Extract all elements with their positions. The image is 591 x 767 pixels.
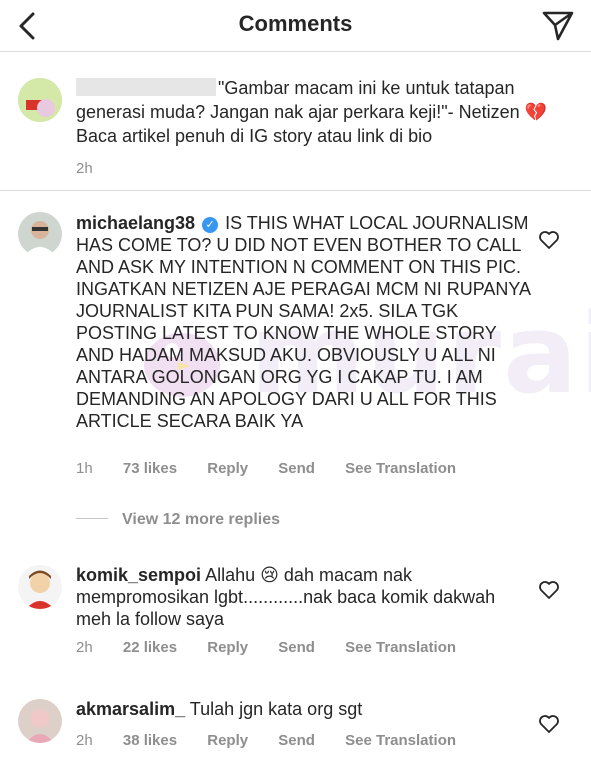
- avatar[interactable]: [18, 699, 62, 743]
- divider: [0, 190, 591, 191]
- send-button[interactable]: Send: [278, 732, 315, 749]
- reply-button[interactable]: Reply: [207, 732, 248, 749]
- comment-text: akmarsalim_ Tulah jgn kata org sgt: [76, 699, 363, 719]
- comment-username[interactable]: komik_sempoi: [76, 565, 201, 585]
- reply-button[interactable]: Reply: [207, 460, 248, 477]
- paper-plane-icon[interactable]: [541, 10, 575, 42]
- comment-timestamp: 1h: [76, 460, 93, 477]
- caption-text: "Gambar macam ini ke untuk tatapan gener…: [76, 78, 548, 146]
- comment-username[interactable]: akmarsalim_: [76, 699, 185, 719]
- send-button[interactable]: Send: [278, 639, 315, 656]
- comment-text: michaelang38 ✓ IS THIS WHAT LOCAL JOURNA…: [76, 213, 531, 431]
- comment-username[interactable]: michaelang38: [76, 213, 195, 233]
- heart-outline-icon[interactable]: [538, 230, 560, 250]
- comment-actions: 1h 73 likes Reply Send See Translation: [76, 460, 482, 477]
- broken-heart-icon: 💔: [524, 102, 548, 122]
- comment-text: komik_sempoi Allahu 😢 dah macam nak memp…: [76, 565, 496, 629]
- heart-outline-icon[interactable]: [538, 580, 560, 600]
- comment-actions: 2h 22 likes Reply Send See Translation: [76, 639, 482, 656]
- verified-badge-icon: ✓: [202, 217, 219, 233]
- comment-actions: 2h 38 likes Reply Send See Translation: [76, 732, 482, 749]
- view-replies-button[interactable]: View 12 more replies: [76, 511, 280, 529]
- header-bar: Comments: [0, 0, 591, 52]
- see-translation-button[interactable]: See Translation: [345, 732, 456, 749]
- avatar[interactable]: [18, 78, 62, 122]
- likes-count[interactable]: 73 likes: [123, 460, 177, 477]
- likes-count[interactable]: 22 likes: [123, 639, 177, 656]
- comment-timestamp: 2h: [76, 639, 93, 656]
- see-translation-button[interactable]: See Translation: [345, 639, 456, 656]
- likes-count[interactable]: 38 likes: [123, 732, 177, 749]
- crying-face-icon: 😢: [260, 565, 279, 585]
- send-button[interactable]: Send: [278, 460, 315, 477]
- page-title: Comments: [238, 11, 353, 36]
- avatar[interactable]: [18, 565, 62, 609]
- divider: [76, 518, 108, 519]
- heart-outline-icon[interactable]: [538, 714, 560, 734]
- redacted-username[interactable]: [76, 78, 216, 96]
- reply-button[interactable]: Reply: [207, 639, 248, 656]
- see-translation-button[interactable]: See Translation: [345, 460, 456, 477]
- avatar[interactable]: [18, 212, 62, 256]
- comment-timestamp: 2h: [76, 732, 93, 749]
- caption-timestamp: 2h: [76, 160, 93, 177]
